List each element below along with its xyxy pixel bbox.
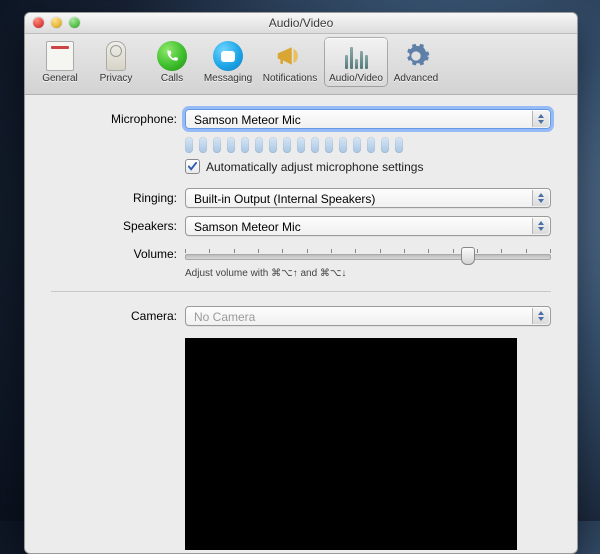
close-button[interactable] xyxy=(33,17,44,28)
slider-track xyxy=(185,254,551,260)
tab-advanced[interactable]: Advanced xyxy=(389,38,443,86)
megaphone-icon xyxy=(274,40,306,72)
volume-slider[interactable] xyxy=(185,246,551,264)
phone-icon xyxy=(157,41,187,71)
speakers-select[interactable]: Samson Meteor Mic xyxy=(185,216,551,236)
speakers-label: Speakers: xyxy=(51,219,185,233)
stepper-icon xyxy=(532,308,549,324)
lock-tag-icon xyxy=(106,41,126,71)
tab-notifications[interactable]: Notifications xyxy=(257,38,323,86)
auto-adjust-checkbox-row[interactable]: Automatically adjust microphone settings xyxy=(185,159,551,174)
microphone-level-meter xyxy=(185,137,551,153)
ringing-label: Ringing: xyxy=(51,191,185,205)
ringing-select[interactable]: Built-in Output (Internal Speakers) xyxy=(185,188,551,208)
tab-general[interactable]: General xyxy=(33,38,87,86)
auto-adjust-label: Automatically adjust microphone settings xyxy=(206,160,423,174)
preferences-window: Audio/Video General Privacy Calls Messag… xyxy=(24,12,578,554)
tab-privacy[interactable]: Privacy xyxy=(89,38,143,86)
camera-select[interactable]: No Camera xyxy=(185,306,551,326)
tab-calls[interactable]: Calls xyxy=(145,38,199,86)
zoom-button[interactable] xyxy=(69,17,80,28)
slider-ticks xyxy=(185,249,551,253)
tab-messaging[interactable]: Messaging xyxy=(201,38,255,86)
content-area: Microphone: Samson Meteor Mic Automatica… xyxy=(25,95,577,550)
minimize-button[interactable] xyxy=(51,17,62,28)
separator xyxy=(51,291,551,292)
microphone-label: Microphone: xyxy=(51,112,185,126)
stepper-icon xyxy=(532,218,549,234)
volume-label: Volume: xyxy=(51,247,185,261)
stepper-icon xyxy=(532,190,549,206)
checkbox-icon xyxy=(185,159,200,174)
stepper-icon xyxy=(532,111,549,127)
microphone-select[interactable]: Samson Meteor Mic xyxy=(185,109,551,129)
slider-panel-icon xyxy=(46,41,74,71)
volume-hint: Adjust volume with ⌘⌥↑ and ⌘⌥↓ xyxy=(185,268,551,279)
slider-thumb[interactable] xyxy=(461,247,475,265)
window-controls xyxy=(33,17,80,28)
window-title: Audio/Video xyxy=(269,16,334,30)
camera-preview xyxy=(185,338,517,550)
speech-bubble-icon xyxy=(213,41,243,71)
camera-label: Camera: xyxy=(51,309,185,323)
gear-icon xyxy=(400,40,432,72)
tab-audio-video[interactable]: Audio/Video xyxy=(325,38,387,86)
equalizer-icon xyxy=(342,43,370,69)
titlebar[interactable]: Audio/Video xyxy=(25,13,577,34)
preferences-toolbar: General Privacy Calls Messaging Notifica… xyxy=(25,34,577,95)
